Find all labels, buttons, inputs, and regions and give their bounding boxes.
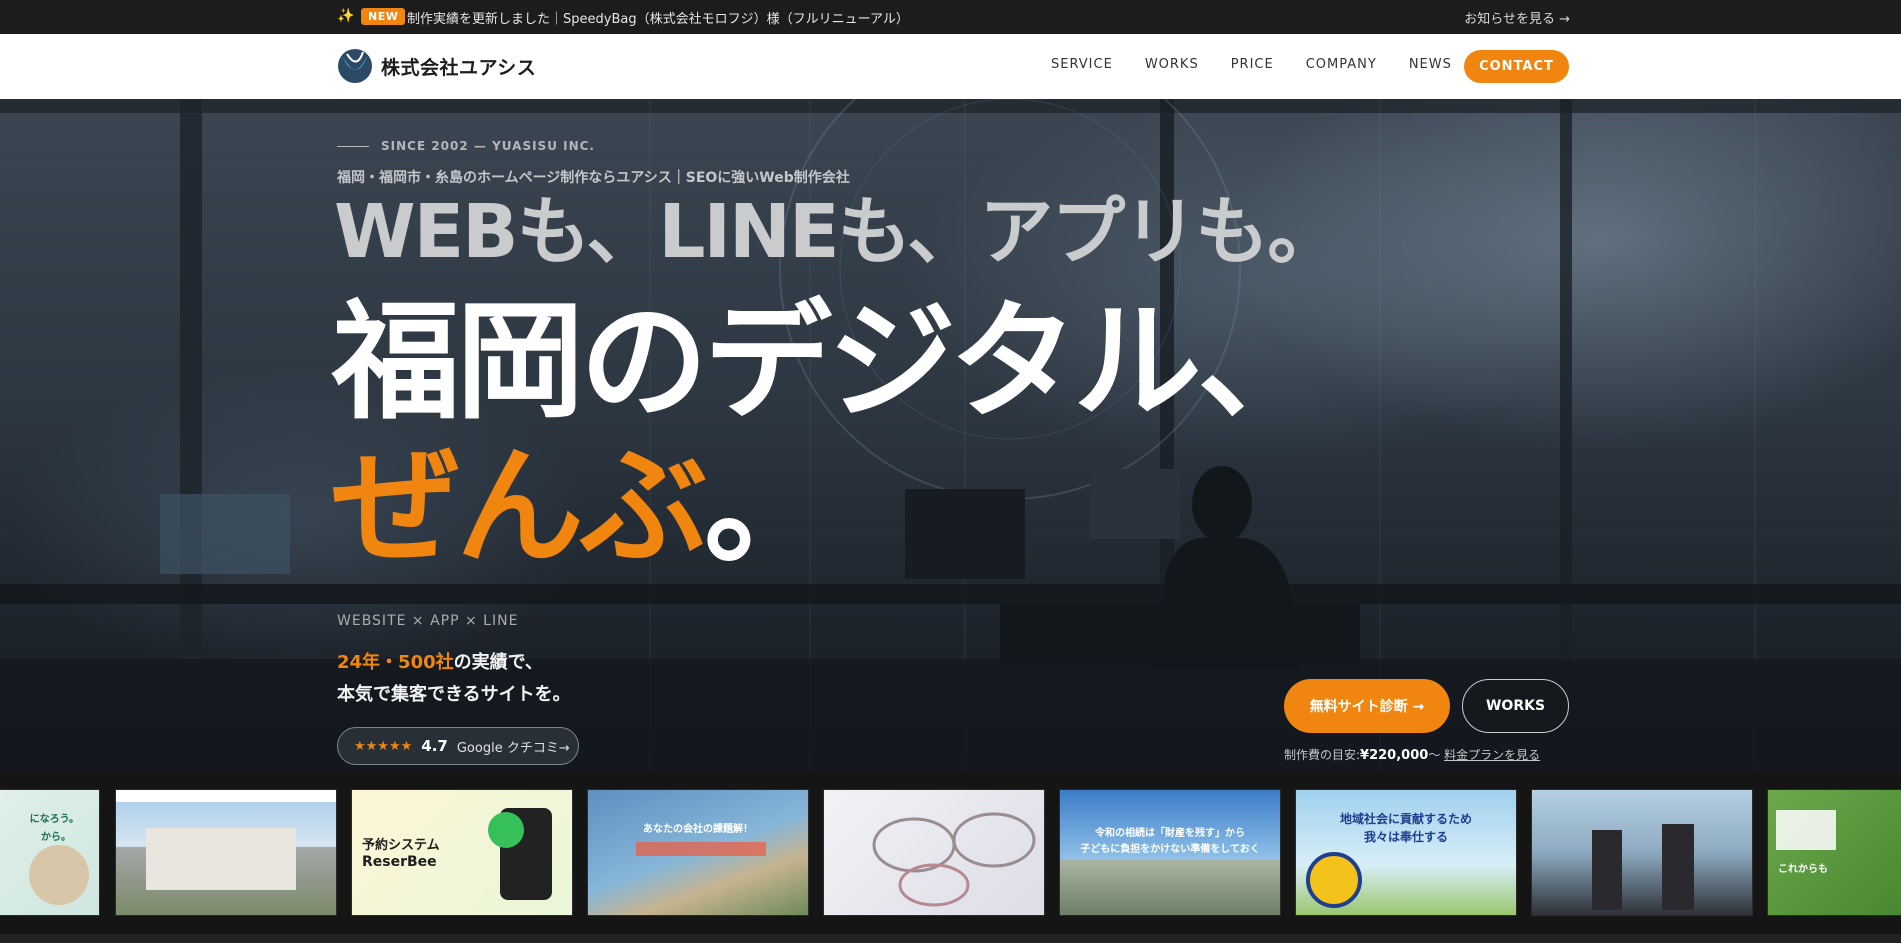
lead-rest: の実績で、	[453, 652, 543, 673]
hero-tech-line: WEBSITE × APP × LINE	[337, 613, 519, 629]
price-suffix: 〜	[1428, 748, 1441, 762]
work-caption: 地域社会に貢献するため	[1339, 812, 1472, 826]
work-caption: あなたの会社の課題解！	[643, 824, 753, 835]
google-review-badge[interactable]: ★★★★★ 4.7 Google クチコミ→	[337, 727, 579, 765]
hero-lead: 24年・500社の実績で、 本気で集客できるサイトを。	[337, 647, 571, 711]
work-person	[1662, 824, 1694, 910]
work-thumbnail[interactable]: あなたの会社の課題解！	[587, 789, 809, 916]
price-label: 制作費の目安:	[1284, 748, 1361, 762]
work-thumbnail[interactable]: 地域社会に貢献するため 我々は奉仕する	[1295, 789, 1517, 916]
hero-subhead: 福岡・福岡市・糸島のホームページ制作ならユアシス｜SEOに強いWeb制作会社	[337, 170, 850, 186]
work-site-header	[116, 790, 336, 802]
nav-works[interactable]: WORKS	[1145, 57, 1199, 72]
site-header: 株式会社ユアシス SERVICE WORKS PRICE COMPANY NEW…	[0, 34, 1901, 99]
work-caption: 予約システム	[362, 838, 440, 853]
work-label	[1776, 810, 1836, 850]
work-caption-2: 我々は奉仕する	[1363, 830, 1448, 844]
kicker-divider	[337, 145, 369, 147]
work-caption-2: ReserBee	[362, 854, 437, 870]
free-diagnosis-button[interactable]: 無料サイト診断 →	[1284, 679, 1450, 733]
hero-tagline: WEBも、LINEも、アプリも。	[334, 189, 1341, 275]
work-thumbnail[interactable]	[115, 789, 337, 916]
work-thumbnail[interactable]	[823, 789, 1045, 916]
glasses-illustration	[872, 812, 1036, 907]
contact-button[interactable]: CONTACT	[1464, 50, 1569, 83]
review-link: Google クチコミ→	[456, 740, 570, 756]
announcement-message[interactable]: 制作実績を更新しました｜SpeedyBag（株式会社モロフジ）様（フルリニューア…	[407, 8, 909, 27]
nav-price[interactable]: PRICE	[1231, 57, 1274, 72]
nav-service[interactable]: SERVICE	[1051, 57, 1113, 72]
logo-mark-icon	[338, 49, 372, 83]
kicker-text: SINCE 2002 — YUASISU INC.	[381, 139, 595, 153]
work-illustration	[29, 845, 89, 905]
works-carousel: になろう。 から。 予約システム ReserBee あなたの会社の課題解！ 令和…	[0, 771, 1901, 943]
work-caption: 令和の相続は「財産を残す」から	[1095, 828, 1245, 839]
work-caption: これからも	[1778, 864, 1828, 875]
work-caption: になろう。	[29, 814, 79, 825]
strip-bottom-band	[0, 934, 1901, 943]
logo-text: 株式会社ユアシス	[381, 56, 537, 79]
work-thumbnail[interactable]: これからも	[1767, 789, 1901, 916]
line-icon	[488, 812, 524, 848]
work-building	[146, 828, 296, 890]
sparkle-icon: ✨	[337, 8, 355, 24]
price-note: 制作費の目安:¥220,000〜 料金プランを見る	[1284, 746, 1540, 763]
work-caption-2: 子どもに負担をかけない準備をしておく	[1080, 844, 1260, 855]
work-logo	[636, 842, 766, 856]
hero-headline-line1: 福岡のデジタル、	[332, 288, 1325, 437]
rating-stars-icon: ★★★★★	[354, 738, 413, 754]
work-person	[1592, 830, 1622, 910]
announcement-bar: ✨ NEW 制作実績を更新しました｜SpeedyBag（株式会社モロフジ）様（フ…	[0, 0, 1901, 34]
work-thumbnail[interactable]	[1531, 789, 1753, 916]
works-button[interactable]: WORKS	[1462, 679, 1569, 733]
new-badge: NEW	[361, 8, 406, 25]
hero-headline-line2: ぜんぶ。	[332, 444, 832, 572]
hero-section: SINCE 2002 — YUASISU INC. 福岡・福岡市・糸島のホームペ…	[0, 99, 1901, 771]
work-thumbnail[interactable]: 予約システム ReserBee	[351, 789, 573, 916]
lead-highlight: 24年・500社	[337, 652, 454, 673]
nav-company[interactable]: COMPANY	[1306, 57, 1377, 72]
lead-line2: 本気で集客できるサイトを。	[337, 684, 571, 705]
lions-emblem-icon	[1306, 852, 1362, 908]
work-thumbnail[interactable]: 令和の相続は「財産を残す」から 子どもに負担をかけない準備をしておく	[1059, 789, 1281, 916]
hero-headline-end: 。	[704, 433, 832, 582]
rating-score: 4.7	[421, 737, 448, 755]
work-thumbnail[interactable]: になろう。 から。	[0, 789, 100, 916]
nav-news[interactable]: NEWS	[1409, 57, 1452, 72]
hero-kicker: SINCE 2002 — YUASISU INC.	[337, 139, 595, 153]
hero-headline-accent: ぜんぶ	[332, 433, 708, 582]
price-amount: ¥220,000	[1360, 748, 1429, 763]
site-logo[interactable]: 株式会社ユアシス	[337, 47, 536, 85]
price-plan-link[interactable]: 料金プランを見る	[1444, 748, 1540, 762]
news-link[interactable]: お知らせを見る →	[1464, 8, 1570, 27]
work-caption-2: から。	[41, 832, 71, 843]
main-nav: SERVICE WORKS PRICE COMPANY NEWS	[1051, 57, 1484, 72]
